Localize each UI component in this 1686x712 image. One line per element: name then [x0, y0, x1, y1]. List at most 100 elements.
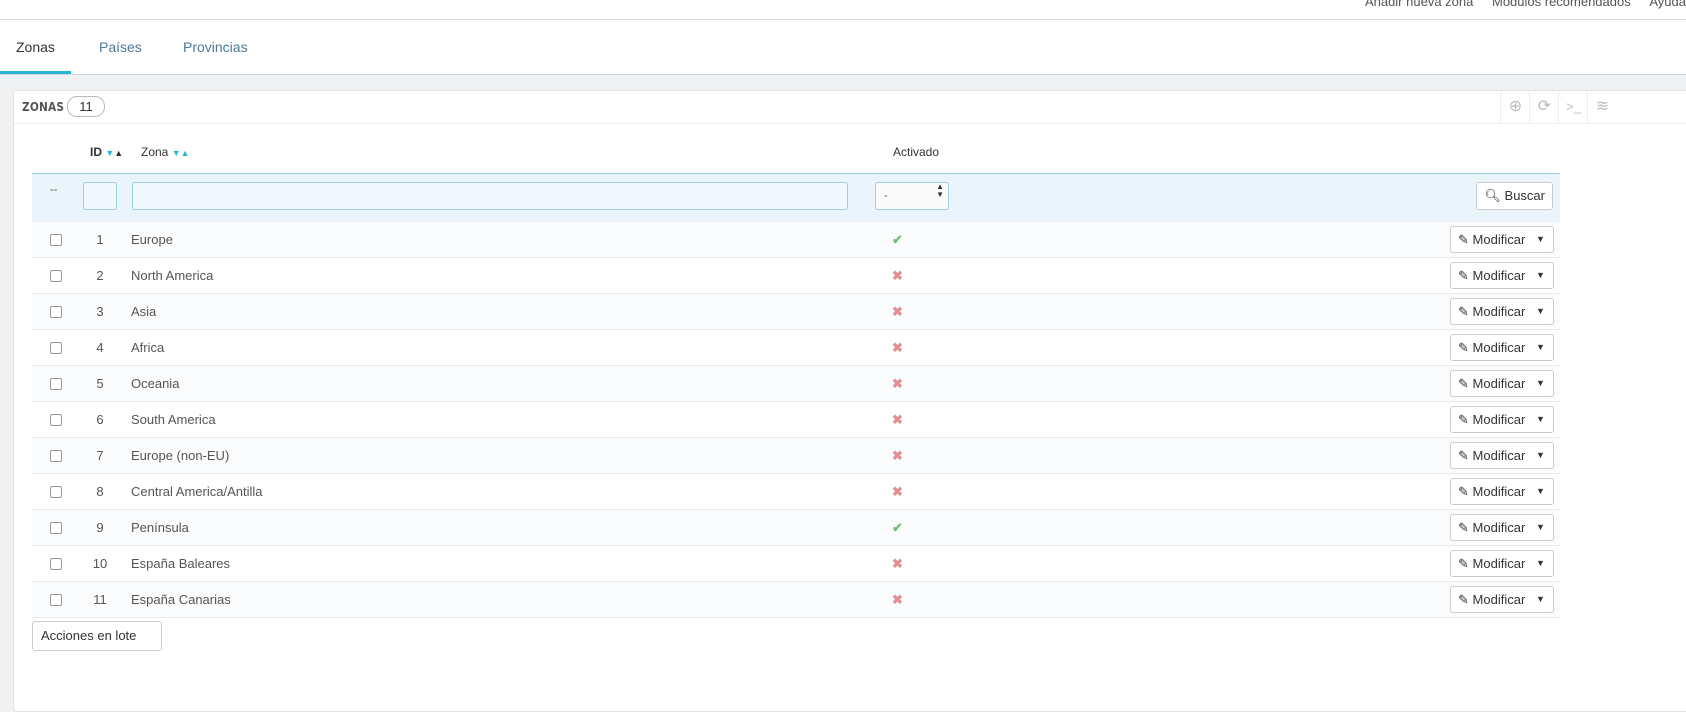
add-circle-icon[interactable]: ⊕ [1500, 91, 1530, 123]
tab-zonas[interactable]: Zonas [0, 20, 71, 74]
row-checkbox[interactable] [50, 342, 62, 354]
row-checkbox[interactable] [50, 270, 62, 282]
pencil-icon: ✎ [1458, 268, 1469, 283]
table-row: 8 Central America/Antilla ✖ ✎ Modificar … [32, 474, 1560, 510]
row-checkbox[interactable] [50, 558, 62, 570]
caret-down-icon[interactable]: ▼ [1528, 587, 1553, 612]
check-icon[interactable]: ✔ [892, 510, 903, 545]
sort-desc-icon[interactable]: ▼ [105, 148, 114, 158]
row-checkbox[interactable] [50, 378, 62, 390]
edit-button[interactable]: ✎ Modificar [1451, 263, 1525, 288]
caret-down-icon[interactable]: ▼ [1528, 515, 1553, 540]
cell-zone: Africa [131, 340, 165, 355]
row-checkbox[interactable] [50, 450, 62, 462]
caret-down-icon[interactable]: ▼ [1528, 227, 1553, 252]
zones-table-body: 1 Europe ✔ ✎ Modificar ▼ 2 North America… [32, 222, 1560, 618]
edit-button[interactable]: ✎ Modificar [1451, 515, 1525, 540]
edit-button[interactable]: ✎ Modificar [1451, 443, 1525, 468]
database-icon[interactable]: ≋ [1587, 91, 1617, 123]
column-header-id[interactable]: ID ▼▲ [90, 145, 123, 165]
cell-id: 1 [96, 232, 104, 247]
edit-button[interactable]: ✎ Modificar [1451, 587, 1525, 612]
toolbar-links: Añadir nueva zona Módulos recomendados A… [1350, 0, 1686, 9]
pencil-icon: ✎ [1458, 304, 1469, 319]
cross-icon[interactable]: ✖ [892, 474, 903, 509]
cell-id: 4 [96, 340, 104, 355]
filter-row: -- - ▲ ▼ 🔍︎ Buscar [32, 173, 1560, 223]
bulk-actions-button[interactable]: Acciones en lote [32, 621, 162, 651]
cross-icon[interactable]: ✖ [892, 294, 903, 329]
refresh-icon[interactable]: ⟳ [1529, 91, 1559, 123]
cell-id: 3 [96, 304, 104, 319]
panel-heading: ZONAS 11 ⊕ ⟳ >_ ≋ [14, 91, 1686, 124]
column-header-enabled: Activado [893, 145, 940, 159]
table-row: 2 North America ✖ ✎ Modificar ▼ [32, 258, 1560, 294]
sort-asc-icon[interactable]: ▲ [114, 148, 123, 158]
row-checkbox[interactable] [50, 522, 62, 534]
table-row: 11 España Canarias ✖ ✎ Modificar ▼ [32, 582, 1560, 618]
edit-button[interactable]: ✎ Modificar [1451, 299, 1525, 324]
zone-count-badge: 11 [67, 96, 105, 117]
row-actions: ✎ Modificar ▼ [1450, 478, 1554, 505]
cell-id: 11 [93, 592, 107, 607]
select-arrows-icon: ▲ ▼ [936, 182, 944, 199]
cross-icon[interactable]: ✖ [892, 258, 903, 293]
caret-down-icon[interactable]: ▼ [1528, 479, 1553, 504]
terminal-icon[interactable]: >_ [1558, 91, 1588, 123]
zones-panel: ZONAS 11 ⊕ ⟳ >_ ≋ ID ▼▲ Zona ▼▲ Activado… [13, 90, 1686, 712]
id-filter-input[interactable] [83, 182, 117, 210]
edit-button[interactable]: ✎ Modificar [1451, 227, 1525, 252]
cell-id: 5 [96, 376, 104, 391]
row-actions: ✎ Modificar ▼ [1450, 334, 1554, 361]
bulk-select-placeholder: -- [50, 184, 58, 196]
caret-down-icon[interactable]: ▼ [1528, 335, 1553, 360]
row-actions: ✎ Modificar ▼ [1450, 298, 1554, 325]
edit-button[interactable]: ✎ Modificar [1451, 479, 1525, 504]
pencil-icon: ✎ [1458, 448, 1469, 463]
tab-provincias[interactable]: Provincias [183, 20, 248, 74]
sort-desc-icon[interactable]: ▼ [172, 148, 181, 158]
edit-button[interactable]: ✎ Modificar [1451, 407, 1525, 432]
caret-down-icon[interactable]: ▼ [1528, 443, 1553, 468]
zone-filter-input[interactable] [132, 182, 848, 210]
table-row: 10 España Baleares ✖ ✎ Modificar ▼ [32, 546, 1560, 582]
help-link[interactable]: Ayuda [1649, 0, 1686, 9]
cross-icon[interactable]: ✖ [892, 366, 903, 401]
column-header-zone[interactable]: Zona ▼▲ [141, 145, 190, 165]
cell-zone: España Baleares [131, 556, 231, 571]
edit-button[interactable]: ✎ Modificar [1451, 551, 1525, 576]
edit-button[interactable]: ✎ Modificar [1451, 335, 1525, 360]
row-actions: ✎ Modificar ▼ [1450, 550, 1554, 577]
sort-asc-icon[interactable]: ▲ [181, 148, 190, 158]
cross-icon[interactable]: ✖ [892, 402, 903, 437]
caret-down-icon[interactable]: ▼ [1528, 263, 1553, 288]
row-checkbox[interactable] [50, 594, 62, 606]
recommended-modules-link[interactable]: Módulos recomendados [1492, 0, 1631, 9]
caret-down-icon[interactable]: ▼ [1528, 407, 1553, 432]
row-actions: ✎ Modificar ▼ [1450, 442, 1554, 469]
cell-id: 2 [96, 268, 104, 283]
tab-paises[interactable]: Países [99, 20, 142, 74]
row-checkbox[interactable] [50, 234, 62, 246]
row-checkbox[interactable] [50, 306, 62, 318]
caret-down-icon[interactable]: ▼ [1528, 371, 1553, 396]
row-checkbox[interactable] [50, 414, 62, 426]
search-button[interactable]: 🔍︎ Buscar [1476, 182, 1553, 210]
table-row: 5 Oceania ✖ ✎ Modificar ▼ [32, 366, 1560, 402]
cross-icon[interactable]: ✖ [892, 546, 903, 581]
caret-down-icon[interactable]: ▼ [1528, 299, 1553, 324]
cross-icon[interactable]: ✖ [892, 438, 903, 473]
cross-icon[interactable]: ✖ [892, 330, 903, 365]
pencil-icon: ✎ [1458, 592, 1469, 607]
table-row: 4 Africa ✖ ✎ Modificar ▼ [32, 330, 1560, 366]
check-icon[interactable]: ✔ [892, 222, 903, 257]
row-checkbox[interactable] [50, 486, 62, 498]
cell-zone: Central America/Antilla [131, 484, 263, 499]
edit-button[interactable]: ✎ Modificar [1451, 371, 1525, 396]
caret-down-icon[interactable]: ▼ [1528, 551, 1553, 576]
add-zone-link[interactable]: Añadir nueva zona [1365, 0, 1473, 9]
table-row: 3 Asia ✖ ✎ Modificar ▼ [32, 294, 1560, 330]
cross-icon[interactable]: ✖ [892, 582, 903, 617]
pencil-icon: ✎ [1458, 340, 1469, 355]
enabled-filter-select[interactable]: - ▲ ▼ [875, 182, 949, 210]
